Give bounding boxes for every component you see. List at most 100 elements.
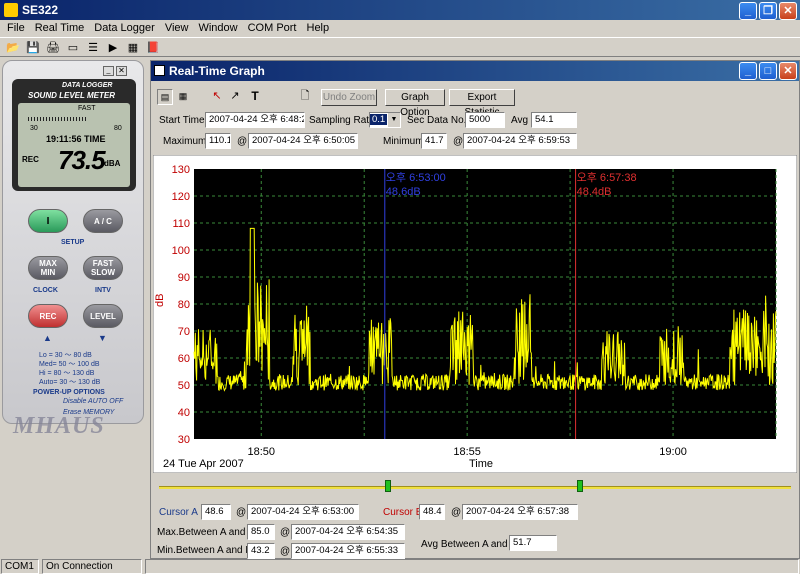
max-between-label: Max.Between A and B: [157, 527, 255, 538]
sec-label: Sec: [407, 115, 425, 126]
y-tick-label: 80: [178, 299, 190, 311]
menu-file[interactable]: File: [2, 20, 30, 37]
ac-button[interactable]: A / C: [83, 209, 123, 233]
minimize-button[interactable]: _: [739, 2, 757, 20]
graph-close-button[interactable]: ✕: [779, 62, 797, 80]
intv-label: INTV: [95, 287, 111, 294]
slider-thumb-b[interactable]: [577, 480, 583, 492]
graph-mode-icon[interactable]: ▤: [157, 89, 173, 105]
print-icon[interactable]: 🖨: [44, 39, 62, 55]
book-icon[interactable]: 📕: [144, 39, 162, 55]
run-icon[interactable]: ▶: [104, 39, 122, 55]
menu-view[interactable]: View: [160, 20, 194, 37]
list-icon[interactable]: ☰: [84, 39, 102, 55]
x-tick-label: 19:00: [659, 446, 687, 458]
x-tick-label: 18:50: [247, 446, 275, 458]
range-lo: Lo = 30 ～ 80 dB: [39, 352, 92, 359]
clock-label: CLOCK: [33, 287, 58, 294]
cursor-b-time-label: 오후 6:57:38: [577, 171, 637, 184]
min-between-time-field[interactable]: 2007-04-24 오후 6:55:33: [291, 543, 405, 559]
graph-window-title: Real-Time Graph: [169, 64, 265, 78]
avg-label: Avg: [511, 115, 529, 126]
cursor-a-time-field[interactable]: 2007-04-24 오후 6:53:00: [247, 504, 359, 520]
rec-button[interactable]: REC: [28, 304, 68, 328]
y-tick-label: 30: [178, 434, 190, 446]
lcd-scale-high: 80: [114, 125, 122, 132]
graph-minimize-button[interactable]: _: [739, 62, 757, 80]
cursor-a-value-label: 48.6dB: [386, 186, 421, 198]
level-button[interactable]: LEVEL: [83, 304, 123, 328]
cursor-slider[interactable]: [159, 480, 791, 494]
grid-icon[interactable]: ▦: [124, 39, 142, 55]
cursor-a-at: @: [236, 507, 247, 518]
lcd-unit: dBA: [104, 159, 121, 168]
export-statistic-button[interactable]: Export Statistic: [449, 89, 515, 118]
cursor-b-value-field[interactable]: 48.4: [419, 504, 445, 520]
cursor-b-time-field[interactable]: 2007-04-24 오후 6:57:38: [462, 504, 578, 520]
graph-maximize-button[interactable]: □: [759, 62, 777, 80]
maximum-field[interactable]: 110.1: [205, 133, 231, 149]
sound-level-meter: _ ✕ DATA LOGGER SOUND LEVEL METER FAST 3…: [2, 60, 144, 439]
status-port: COM1: [1, 559, 39, 574]
power-button[interactable]: I: [28, 209, 68, 233]
status-empty: [145, 559, 799, 574]
meter-minimize-button[interactable]: _: [103, 66, 114, 76]
restore-button[interactable]: ❐: [759, 2, 777, 20]
close-button[interactable]: ✕: [779, 2, 797, 20]
table-mode-icon[interactable]: ▦: [175, 89, 191, 105]
level-chart[interactable]: 30 40 50 60 70 80 90 100 110 120 130 18:50 18:55 19:…: [153, 155, 797, 473]
min-between-value-field[interactable]: 43.2: [247, 543, 275, 559]
y-tick-label: 50: [178, 380, 190, 392]
zoom-cursor-icon[interactable]: ↗: [227, 89, 243, 105]
status-connection: On Connection: [42, 559, 142, 574]
max-between-at: @: [280, 527, 291, 538]
slider-thumb-a[interactable]: [385, 480, 391, 492]
graph-window-icon: [154, 65, 165, 76]
cursor-a-value-field[interactable]: 48.6: [201, 504, 231, 520]
undo-zoom-button[interactable]: Undo Zoom: [321, 89, 377, 106]
max-between-time-field[interactable]: 2007-04-24 오후 6:54:35: [291, 524, 405, 540]
slider-track: [159, 486, 791, 489]
window-icon[interactable]: ▭: [64, 39, 82, 55]
avg-field[interactable]: 54.1: [531, 112, 577, 128]
y-axis-label: dB: [154, 294, 166, 307]
meter-close-button[interactable]: ✕: [116, 66, 127, 76]
avg-between-value-field[interactable]: 51.7: [509, 535, 557, 551]
sampling-rate-select[interactable]: 0.1 ▼: [369, 112, 401, 128]
data-no-label: Data No.: [427, 115, 467, 126]
maximum-at: @: [237, 136, 248, 147]
max-min-button[interactable]: MAX MIN: [28, 256, 68, 280]
range-hi: Hi = 80 ～ 130 dB: [39, 370, 95, 377]
y-tick-label: 120: [172, 191, 190, 203]
option-auto-off: Disable AUTO OFF: [63, 398, 124, 405]
graph-option-button[interactable]: Graph Option: [385, 89, 445, 118]
app-window-controls: _ ❐ ✕: [739, 2, 797, 20]
dropdown-arrow-icon[interactable]: ▼: [388, 113, 400, 127]
data-no-field[interactable]: 5000: [465, 112, 505, 128]
start-time-field[interactable]: 2007-04-24 오후 6:48:22: [205, 112, 305, 128]
open-folder-icon[interactable]: 📂: [4, 39, 22, 55]
menu-help[interactable]: Help: [302, 20, 335, 37]
y-tick-label: 70: [178, 326, 190, 338]
y-tick-label: 130: [172, 164, 190, 176]
maximum-time-field[interactable]: 2007-04-24 오후 6:50:05: [248, 133, 358, 149]
text-tool-icon[interactable]: T: [247, 89, 263, 105]
y-tick-label: 110: [172, 218, 190, 230]
menu-com-port[interactable]: COM Port: [243, 20, 302, 37]
y-tick-label: 90: [178, 272, 190, 284]
menu-bar: File Real Time Data Logger View Window C…: [0, 20, 800, 37]
max-between-value-field[interactable]: 85.0: [247, 524, 275, 540]
fast-slow-button[interactable]: FAST SLOW: [83, 256, 123, 280]
graph-window-controls: _ □ ✕: [739, 62, 797, 80]
minimum-time-field[interactable]: 2007-04-24 오후 6:59:53: [463, 133, 577, 149]
lcd-fast: FAST: [78, 105, 96, 112]
cursor-a-time-label: 오후 6:53:00: [386, 171, 446, 184]
minimum-field[interactable]: 41.7: [421, 133, 447, 149]
pointer-icon[interactable]: ↖: [209, 89, 225, 105]
menu-real-time[interactable]: Real Time: [30, 20, 90, 37]
menu-window[interactable]: Window: [193, 20, 242, 37]
save-icon[interactable]: 💾: [24, 39, 42, 55]
y-tick-label: 60: [178, 353, 190, 365]
new-page-icon[interactable]: 🗋: [297, 89, 313, 105]
menu-data-logger[interactable]: Data Logger: [89, 20, 160, 37]
